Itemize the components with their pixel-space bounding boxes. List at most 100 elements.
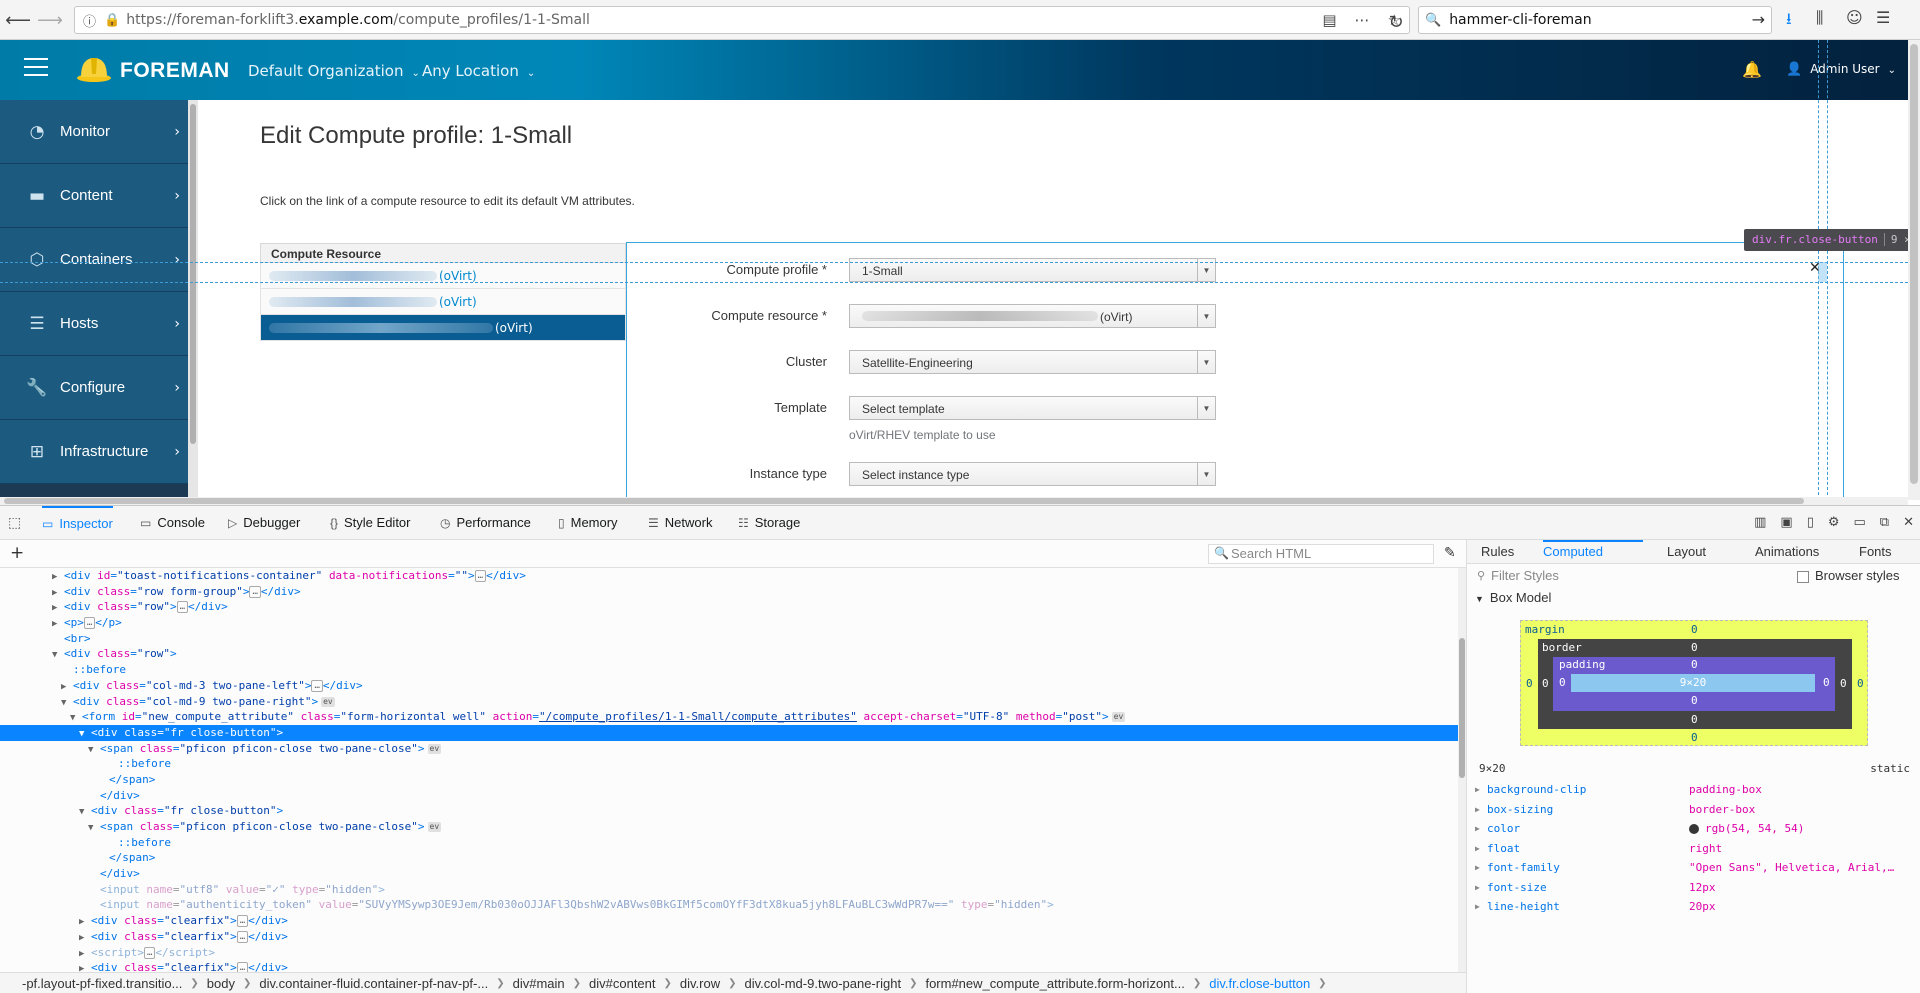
color-swatch[interactable] bbox=[1689, 824, 1699, 834]
tab-memory[interactable]: ▯ Memory bbox=[558, 506, 618, 539]
page-horizontal-scrollbar[interactable] bbox=[0, 497, 1908, 505]
markup-node[interactable]: ::before bbox=[0, 662, 1458, 678]
margin-left-value[interactable]: 0 bbox=[1526, 677, 1533, 690]
markup-node[interactable]: </span> bbox=[0, 772, 1458, 788]
markup-node[interactable]: <input name="authenticity_token" value="… bbox=[0, 897, 1458, 913]
markup-node[interactable]: ▶ <div id="toast-notifications-container"… bbox=[0, 568, 1458, 584]
markup-node[interactable]: ▶ <div class="clearfix">… </div> bbox=[0, 929, 1458, 945]
tab-animations[interactable]: Animations bbox=[1755, 544, 1819, 559]
breadcrumb-item[interactable]: form#new_compute_attribute.form-horizont… bbox=[925, 976, 1184, 991]
border-bottom-value[interactable]: 0 bbox=[1691, 713, 1698, 726]
split-console-icon[interactable]: ▭ bbox=[1854, 515, 1866, 530]
tab-performance[interactable]: ◷ Performance bbox=[440, 506, 531, 539]
breadcrumb-item[interactable]: div.container-fluid.container-pf-nav-pf-… bbox=[259, 976, 488, 991]
settings-gear-icon[interactable]: ⚙ bbox=[1828, 515, 1840, 530]
breadcrumb-item[interactable]: div.fr.close-button bbox=[1209, 976, 1310, 991]
border-top-value[interactable]: 0 bbox=[1691, 641, 1698, 654]
markup-node[interactable]: ▶ <p>… </p> bbox=[0, 615, 1458, 631]
expand-triangle-icon[interactable]: ▶ bbox=[1475, 800, 1480, 820]
search-go-icon[interactable]: → bbox=[1752, 10, 1765, 29]
margin-bottom-value[interactable]: 0 bbox=[1691, 731, 1698, 744]
computed-property[interactable]: ▶ font-size 12px bbox=[1467, 878, 1920, 898]
user-menu[interactable]: 👤 Admin User ⌄ bbox=[1786, 62, 1896, 77]
reload-button[interactable]: ↻ bbox=[1380, 6, 1412, 38]
resource-link[interactable]: (oVirt) bbox=[439, 295, 477, 309]
sidebar-item-hosts[interactable]: ☰ Hosts › bbox=[0, 292, 188, 356]
expand-triangle-icon[interactable]: ▶ bbox=[1475, 878, 1480, 898]
markup-node[interactable]: ▶ <div class="clearfix">… </div> bbox=[0, 960, 1458, 972]
computed-property[interactable]: ▶ color rgb(54, 54, 54) bbox=[1467, 819, 1920, 839]
sidebar-scrollbar[interactable] bbox=[188, 100, 198, 497]
computed-property[interactable]: ▶ font-family "Open Sans", Helvetica, Aria… bbox=[1467, 858, 1920, 878]
padding-bottom-value[interactable]: 0 bbox=[1691, 694, 1698, 707]
template-select[interactable]: Select template ▼ bbox=[849, 396, 1216, 420]
breadcrumb-item[interactable]: div.row bbox=[680, 976, 720, 991]
computed-property[interactable]: ▶ background-clip padding-box bbox=[1467, 780, 1920, 800]
extension-icon[interactable]: ☺ bbox=[1846, 8, 1876, 35]
page-vertical-scrollbar[interactable] bbox=[1908, 40, 1920, 500]
border-left-value[interactable]: 0 bbox=[1542, 677, 1549, 690]
reader-view-icon[interactable]: ▤ bbox=[1322, 11, 1336, 29]
responsive-design-icon[interactable]: ▯ bbox=[1807, 515, 1814, 530]
resource-link[interactable]: (oVirt) bbox=[495, 321, 533, 335]
downloads-icon[interactable]: ⭳ bbox=[1786, 8, 1816, 35]
tab-console[interactable]: ▭ Console bbox=[140, 506, 205, 539]
back-button[interactable]: ⟵ bbox=[2, 4, 34, 36]
browser-menu-icon[interactable]: ☰ bbox=[1876, 8, 1906, 35]
add-node-icon[interactable]: + bbox=[10, 543, 24, 563]
markup-node[interactable]: ▼ <span class="pficon pficon-close two-pa… bbox=[0, 741, 1458, 757]
markup-node[interactable]: ▼ <div class="fr close-button"> bbox=[0, 803, 1458, 819]
markup-node[interactable]: ▶ <div class="row form-group">… </div> bbox=[0, 584, 1458, 600]
cluster-select[interactable]: Satellite-Engineering ▼ bbox=[849, 350, 1216, 374]
computed-property[interactable]: ▶ float right bbox=[1467, 839, 1920, 859]
organization-menu[interactable]: Default Organization ⌄ bbox=[248, 62, 420, 80]
margin-right-value[interactable]: 0 bbox=[1857, 677, 1864, 690]
breadcrumb-item[interactable]: div.col-md-9.two-pane-right bbox=[745, 976, 902, 991]
expand-triangle-icon[interactable]: ▶ bbox=[1475, 897, 1480, 917]
markup-node[interactable]: ▶ <script>… </script> bbox=[0, 945, 1458, 961]
sidebar-item-configure[interactable]: 🔧 Configure › bbox=[0, 356, 188, 420]
box-model-header[interactable]: ▼ Box Model bbox=[1475, 590, 1551, 605]
expand-triangle-icon[interactable]: ▶ bbox=[1475, 839, 1480, 859]
tab-storage[interactable]: ☷ Storage bbox=[738, 506, 800, 539]
markup-node[interactable]: </div> bbox=[0, 788, 1458, 804]
breadcrumb-item[interactable]: body bbox=[207, 976, 235, 991]
padding-top-value[interactable]: 0 bbox=[1691, 658, 1698, 671]
expand-triangle-icon[interactable]: ▶ bbox=[1475, 819, 1480, 839]
tab-network[interactable]: ☰ Network bbox=[648, 506, 712, 539]
close-devtools-icon[interactable]: ✕ bbox=[1903, 515, 1914, 530]
library-icon[interactable]: ⫼ bbox=[1816, 8, 1846, 35]
hamburger-menu-icon[interactable] bbox=[24, 58, 48, 78]
expand-toggle-icon[interactable]: ▶ bbox=[79, 962, 91, 972]
sidebar-item-monitor[interactable]: ◔ Monitor › bbox=[0, 100, 188, 164]
markup-node[interactable]: </span> bbox=[0, 850, 1458, 866]
tab-rules[interactable]: Rules bbox=[1481, 544, 1514, 559]
browser-search-input[interactable]: 🔍 hammer-cli-foreman → bbox=[1418, 6, 1772, 34]
breadcrumb-item[interactable]: div#main bbox=[513, 976, 565, 991]
frames-icon[interactable]: ▣ bbox=[1780, 515, 1792, 530]
expand-triangle-icon[interactable]: ▶ bbox=[1475, 780, 1480, 800]
markup-node[interactable]: <br> bbox=[0, 631, 1458, 647]
tab-debugger[interactable]: ▷ Debugger bbox=[228, 506, 300, 539]
breadcrumb-item[interactable]: div#content bbox=[589, 976, 656, 991]
markup-node[interactable]: ▶ <div class="clearfix">… </div> bbox=[0, 913, 1458, 929]
markup-node[interactable]: ::before bbox=[0, 756, 1458, 772]
browser-styles-checkbox[interactable]: Browser styles bbox=[1797, 568, 1900, 583]
markup-node[interactable]: ::before bbox=[0, 835, 1458, 851]
close-icon[interactable]: ✕ bbox=[1809, 260, 1821, 276]
markup-node[interactable]: ▼ <div class="col-md-9 two-pane-right"> ev bbox=[0, 694, 1458, 710]
checkbox[interactable] bbox=[1797, 570, 1809, 583]
page-actions-icon[interactable]: ⋯ bbox=[1355, 11, 1370, 29]
breadcrumb-item[interactable]: -pf.layout-pf-fixed.transitio... bbox=[22, 976, 182, 991]
notifications-bell-icon[interactable]: 🔔 bbox=[1742, 60, 1762, 79]
brand-name[interactable]: FOREMAN bbox=[120, 59, 230, 83]
eyedropper-icon[interactable]: ✎ bbox=[1444, 545, 1456, 561]
filter-styles-input[interactable]: ⚲ Filter Styles bbox=[1475, 568, 1793, 588]
undock-icon[interactable]: ⧉ bbox=[1880, 515, 1889, 530]
resource-link[interactable]: (oVirt) bbox=[439, 269, 477, 283]
padding-right-value[interactable]: 0 bbox=[1823, 676, 1830, 689]
padding-left-value[interactable]: 0 bbox=[1559, 676, 1566, 689]
layout-toggle-icon[interactable]: ▥ bbox=[1754, 515, 1766, 530]
markup-node[interactable]: <input name="utf8" value="✓" type="hidde… bbox=[0, 882, 1458, 898]
markup-node[interactable]: ▶ <div class="row">… </div> bbox=[0, 599, 1458, 615]
